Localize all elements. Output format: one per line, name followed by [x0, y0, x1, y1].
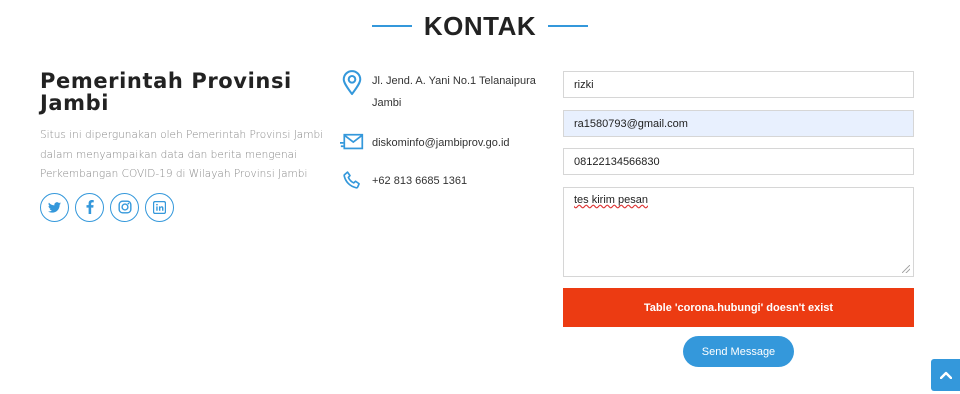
phone-text[interactable]: +62 813 6685 1361 — [372, 170, 467, 192]
back-to-top-button[interactable] — [931, 359, 960, 391]
twitter-link[interactable] — [40, 192, 69, 222]
phone-icon — [340, 170, 364, 192]
linkedin-link[interactable] — [145, 192, 174, 222]
facebook-icon — [86, 200, 94, 214]
send-message-button[interactable]: Send Message — [683, 336, 794, 367]
title-line-left — [371, 25, 412, 27]
contact-address: Jl. Jend. A. Yani No.1 Telanaipura Jambi — [340, 70, 550, 114]
organization-info: Pemerintah Provinsi Jambi Situs ini dipe… — [40, 70, 330, 222]
instagram-icon — [117, 200, 132, 214]
phone-input[interactable] — [563, 148, 914, 175]
message-textarea[interactable]: tes kirim pesan — [563, 187, 914, 277]
organization-description: Situs ini dipergunakan oleh Pemerintah P… — [40, 129, 324, 180]
email-text[interactable]: diskominfo@jambiprov.go.id — [372, 132, 510, 154]
instagram-link[interactable] — [110, 192, 139, 222]
envelope-icon — [340, 132, 364, 154]
chevron-up-icon — [939, 371, 952, 379]
name-input[interactable] — [563, 71, 914, 98]
page-title: KONTAK — [423, 10, 537, 41]
error-alert: Table 'corona.hubungi' doesn't exist — [563, 288, 914, 327]
linkedin-icon — [153, 200, 166, 214]
twitter-icon — [48, 201, 61, 213]
social-links — [40, 192, 330, 222]
message-text: tes kirim pesan — [574, 194, 648, 206]
contact-phone: +62 813 6685 1361 — [340, 170, 550, 192]
title-line-right — [548, 25, 589, 27]
organization-name: Pemerintah Provinsi Jambi — [40, 69, 292, 115]
section-header: KONTAK — [0, 8, 960, 44]
email-input[interactable] — [563, 110, 914, 137]
address-text: Jl. Jend. A. Yani No.1 Telanaipura Jambi — [372, 75, 536, 109]
facebook-link[interactable] — [75, 192, 104, 222]
location-pin-icon — [340, 70, 364, 114]
resize-handle[interactable] — [902, 265, 910, 273]
contact-email: diskominfo@jambiprov.go.id — [340, 132, 550, 154]
